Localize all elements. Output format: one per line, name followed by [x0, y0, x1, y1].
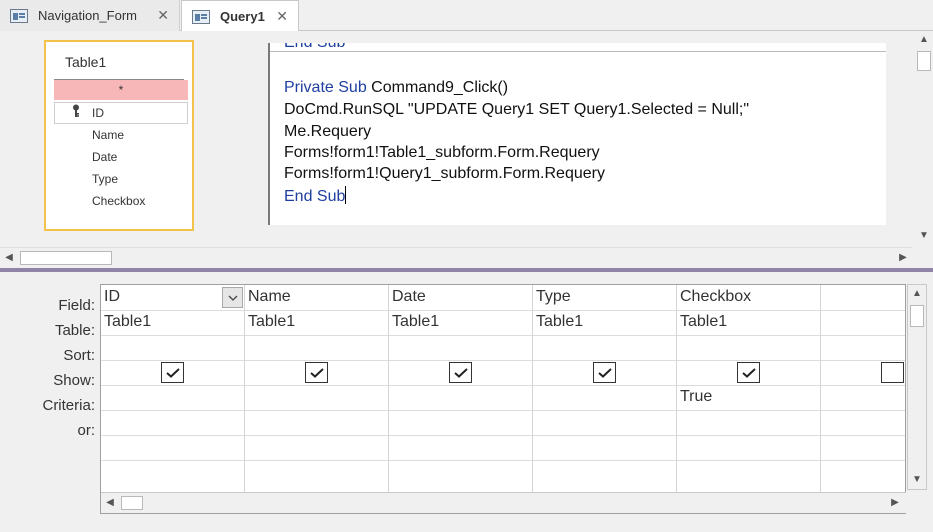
form-icon [10, 8, 28, 23]
checkmark-icon [310, 368, 324, 378]
field-cell[interactable]: Checkbox [680, 288, 751, 306]
table-cell[interactable]: Table1 [392, 313, 439, 331]
code-top-partial-line: End Sub [270, 43, 886, 52]
row-divider [101, 435, 905, 436]
column-divider [244, 285, 245, 513]
query-icon [192, 9, 210, 24]
tab-navigation-form[interactable]: Navigation_Form ✕ [0, 0, 180, 31]
row-label-table: Table: [54, 322, 95, 339]
show-checkbox-empty[interactable] [881, 362, 904, 383]
column-divider [820, 285, 821, 513]
code-text: DoCmd.RunSQL "UPDATE Query1 SET Query1.S… [284, 101, 750, 118]
code-line: End Sub [284, 186, 347, 206]
scroll-down-icon[interactable]: ▼ [908, 471, 926, 489]
code-partial-text: End Sub [284, 43, 345, 51]
table-cell[interactable]: Table1 [104, 313, 151, 331]
table-title: Table1 [65, 54, 107, 70]
row-divider [101, 310, 905, 311]
row-divider [101, 360, 905, 361]
row-divider [101, 460, 905, 461]
scroll-right-icon[interactable]: ▶ [886, 494, 904, 512]
table-field-list[interactable]: Table1 * ID Name Date Type Checkbox [44, 40, 194, 231]
code-text: Forms!form1!Query1_subform.Form.Requery [284, 165, 605, 182]
code-line: Forms!form1!Table1_subform.Form.Requery [284, 144, 600, 162]
field-name[interactable]: Name [92, 128, 124, 142]
field-dropdown-button[interactable] [222, 287, 243, 308]
close-icon[interactable]: ✕ [157, 7, 169, 24]
row-divider [101, 335, 905, 336]
code-keyword: End Sub [284, 188, 346, 205]
field-date[interactable]: Date [92, 150, 117, 164]
code-line: Forms!form1!Query1_subform.Form.Requery [284, 165, 605, 183]
checkmark-icon [454, 368, 468, 378]
scroll-right-icon[interactable]: ▶ [894, 249, 912, 267]
field-type[interactable]: Type [92, 172, 118, 186]
field-cell[interactable]: Type [536, 288, 571, 306]
row-label-show: Show: [53, 372, 95, 389]
primary-key-icon [73, 104, 79, 117]
criteria-cell[interactable]: True [680, 388, 712, 406]
field-checkbox[interactable]: Checkbox [92, 194, 145, 208]
document-tab-bar: Navigation_Form ✕ Query1 ✕ [0, 0, 933, 32]
field-id[interactable]: ID [92, 106, 104, 120]
table-pane: Table1 * ID Name Date Type Checkbox End … [0, 31, 933, 267]
vba-code-overlay: End Sub Private Sub Command9_Click() DoC… [268, 43, 886, 225]
text-caret [345, 186, 347, 204]
checkmark-icon [598, 368, 612, 378]
scroll-down-icon[interactable]: ▼ [915, 227, 933, 245]
scroll-thumb[interactable] [20, 251, 112, 265]
upper-vertical-scrollbar[interactable]: ▲ ▼ [915, 31, 933, 245]
scroll-thumb[interactable] [121, 496, 143, 510]
code-text: Me.Requery [284, 123, 372, 140]
tab-query1[interactable]: Query1 ✕ [181, 0, 299, 32]
upper-horizontal-scrollbar[interactable]: ◀ ▶ [0, 247, 912, 267]
show-checkbox[interactable] [305, 362, 328, 383]
scroll-thumb[interactable] [917, 51, 931, 71]
scroll-left-icon[interactable]: ◀ [0, 249, 18, 267]
checkmark-icon [742, 368, 756, 378]
query-designer-window: Navigation_Form ✕ Query1 ✕ Table1 * ID N… [0, 0, 933, 532]
code-text: Command9_Click() [366, 79, 509, 96]
query-design-grid[interactable]: ID Name Date Type Checkbox Table1 Table1… [100, 284, 906, 514]
show-checkbox[interactable] [449, 362, 472, 383]
scroll-left-icon[interactable]: ◀ [101, 494, 119, 512]
design-grid-pane: Field: Table: Sort: Show: Criteria: or: … [0, 272, 933, 532]
table-cell[interactable]: Table1 [536, 313, 583, 331]
tab-label: Query1 [220, 9, 265, 24]
table-cell[interactable]: Table1 [680, 313, 727, 331]
row-label-or: or: [77, 422, 95, 439]
scroll-thumb[interactable] [910, 305, 924, 327]
field-cell[interactable]: ID [104, 288, 120, 306]
row-label-criteria: Criteria: [42, 397, 95, 414]
grid-vertical-scrollbar[interactable]: ▲ ▼ [907, 284, 927, 490]
column-divider [676, 285, 677, 513]
table-cell[interactable]: Table1 [248, 313, 295, 331]
column-divider [532, 285, 533, 513]
code-text: Forms!form1!Table1_subform.Form.Requery [284, 144, 600, 161]
field-cell[interactable]: Date [392, 288, 426, 306]
chevron-down-icon [228, 295, 238, 301]
show-checkbox[interactable] [593, 362, 616, 383]
code-line: Private Sub Command9_Click() [284, 79, 508, 97]
row-divider [101, 385, 905, 386]
show-checkbox[interactable] [737, 362, 760, 383]
code-line: Me.Requery [284, 123, 371, 141]
field-all[interactable]: * [54, 80, 188, 100]
close-icon[interactable]: ✕ [276, 8, 288, 25]
show-checkbox[interactable] [161, 362, 184, 383]
row-label-field: Field: [58, 297, 95, 314]
code-line: DoCmd.RunSQL "UPDATE Query1 SET Query1.S… [284, 101, 749, 119]
code-keyword: Private Sub [284, 79, 367, 96]
grid-horizontal-scrollbar[interactable]: ◀ ▶ [101, 492, 906, 513]
tab-label: Navigation_Form [38, 8, 137, 23]
checkmark-icon [166, 368, 180, 378]
scroll-up-icon[interactable]: ▲ [915, 31, 933, 49]
field-cell[interactable]: Name [248, 288, 291, 306]
scroll-up-icon[interactable]: ▲ [908, 285, 926, 303]
column-divider [388, 285, 389, 513]
row-label-sort: Sort: [63, 347, 95, 364]
row-divider [101, 410, 905, 411]
